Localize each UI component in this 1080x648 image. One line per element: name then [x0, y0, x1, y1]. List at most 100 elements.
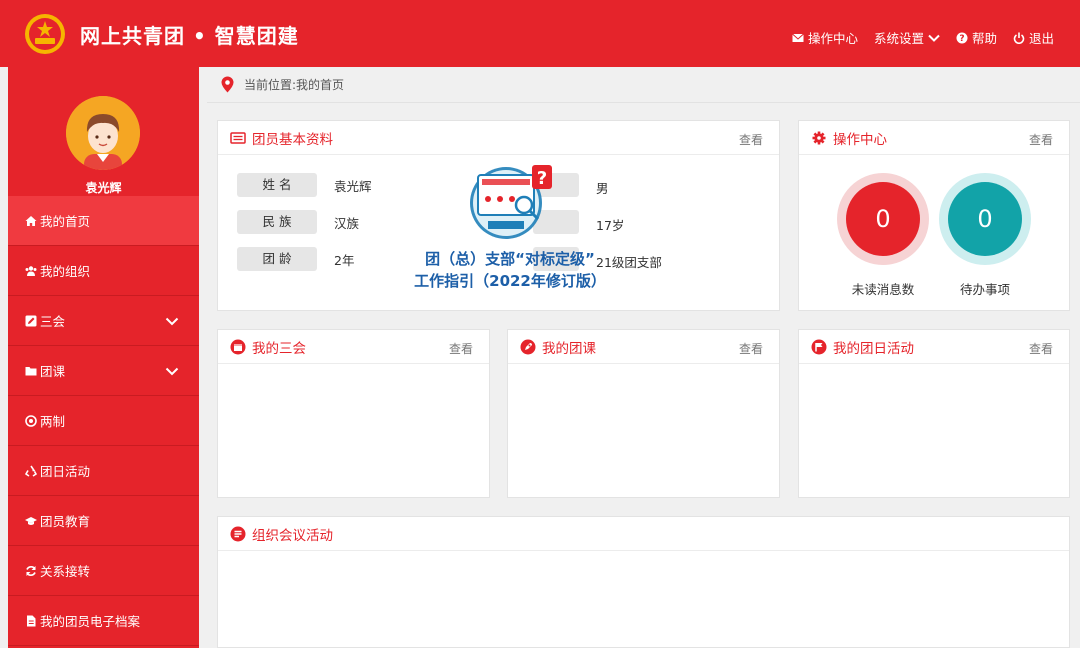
- tuanke-panel-title: 我的团课: [542, 340, 596, 357]
- tuanke-panel-header: 我的团课 查看: [508, 330, 779, 364]
- nav-system-settings-label: 系统设置: [873, 31, 924, 46]
- file-icon: [24, 614, 38, 628]
- breadcrumb: 当前位置:我的首页: [207, 67, 1080, 103]
- info-row-name: 姓 名 袁光辉: [237, 173, 372, 197]
- sidebar-item-education-label: 团员教育: [40, 514, 91, 529]
- id-card-icon: [230, 130, 246, 146]
- member-profile-panel-header: 团员基本资料 查看: [218, 121, 779, 155]
- rocket-icon: [520, 339, 536, 355]
- meeting-panel: 组织会议活动: [217, 516, 1070, 648]
- guide-overlay-line2: 工作指引（2022年修订版）: [414, 272, 606, 290]
- operation-center-panel-title: 操作中心: [833, 131, 887, 148]
- member-profile-view-link[interactable]: 查看: [739, 131, 763, 148]
- info-row-ethnicity: 民 族 汉族: [237, 210, 359, 234]
- sidebar-item-transfer[interactable]: 关系接转: [8, 546, 199, 596]
- avatar[interactable]: [66, 96, 140, 170]
- info-value-league-age: 2年: [334, 252, 355, 268]
- sanhui-panel-title: 我的三会: [252, 340, 306, 357]
- target-icon: [24, 414, 38, 428]
- unread-label: 未读消息数: [851, 282, 915, 297]
- tuanke-view-link[interactable]: 查看: [739, 340, 763, 357]
- power-icon: [1013, 32, 1025, 44]
- unread-circle: 0: [837, 173, 929, 265]
- sidebar-item-archive[interactable]: 我的团员电子档案: [8, 596, 199, 646]
- sidebar-item-tuanri[interactable]: 团日活动: [8, 446, 199, 496]
- guide-badge-icon[interactable]: ?: [468, 163, 558, 245]
- sidebar-item-liangzhi[interactable]: 两制: [8, 396, 199, 446]
- sidebar-item-education[interactable]: 团员教育: [8, 496, 199, 546]
- sanhui-view-link[interactable]: 查看: [449, 340, 473, 357]
- todo-items-widget[interactable]: 0 待办事项: [939, 173, 1031, 298]
- graduation-cap-icon: [24, 514, 38, 528]
- top-header: 网上共青团 • 智慧团建 操作中心 系统设置 ? 帮助 退出: [0, 0, 1080, 67]
- todo-count: 0: [948, 182, 1022, 256]
- chevron-down-icon: [165, 367, 179, 376]
- sidebar-item-sanhui[interactable]: 三会: [8, 296, 199, 346]
- operation-center-panel-header: 操作中心 查看: [799, 121, 1069, 155]
- refresh-icon: [24, 564, 38, 578]
- recycle-icon: [24, 464, 38, 478]
- sidebar-item-organization[interactable]: 我的组织: [8, 246, 199, 296]
- youth-league-emblem-icon: [25, 14, 65, 54]
- sidebar-item-home[interactable]: 我的首页: [8, 196, 199, 246]
- tuanke-panel: 我的团课 查看: [507, 329, 780, 498]
- meeting-panel-title: 组织会议活动: [252, 527, 333, 544]
- nav-logout-label: 退出: [1028, 31, 1054, 46]
- sidebar-item-archive-label: 我的团员电子档案: [40, 614, 141, 629]
- chevron-down-icon: [928, 34, 940, 42]
- info-row-league-age: 团 龄 2年: [237, 247, 354, 271]
- operation-center-panel: 操作中心 查看 0 未读消息数 0 待办事项: [798, 120, 1070, 311]
- info-label-ethnicity: 民 族: [237, 210, 317, 234]
- folder-icon: [24, 364, 38, 378]
- guide-overlay-text[interactable]: 团（总）支部“对标定级” 工作指引（2022年修订版）: [400, 248, 620, 292]
- chevron-down-icon: [165, 317, 179, 326]
- sidebar-item-organization-label: 我的组织: [40, 264, 91, 279]
- nav-help[interactable]: ? 帮助: [956, 28, 997, 47]
- unread-messages-widget[interactable]: 0 未读消息数: [837, 173, 929, 298]
- info-label-name: 姓 名: [237, 173, 317, 197]
- tuanri-panel: 我的团日活动 查看: [798, 329, 1070, 498]
- sidebar-profile: 袁光辉: [8, 67, 199, 196]
- sanhui-panel-header: 我的三会 查看: [218, 330, 489, 364]
- info-label-league-age: 团 龄: [237, 247, 317, 271]
- list-icon: [230, 526, 246, 542]
- svg-text:?: ?: [537, 168, 547, 189]
- envelope-icon: [792, 33, 804, 42]
- gear-icon: [811, 130, 827, 146]
- info-value-gender: 男: [596, 181, 609, 196]
- edit-icon: [24, 314, 38, 328]
- flag-icon: [811, 339, 827, 355]
- meeting-panel-header: 组织会议活动: [218, 517, 1069, 551]
- home-icon: [24, 214, 38, 228]
- sidebar-item-sanhui-label: 三会: [40, 314, 66, 329]
- todo-circle: 0: [939, 173, 1031, 265]
- sidebar-item-home-label: 我的首页: [40, 214, 91, 229]
- nav-help-label: 帮助: [971, 31, 997, 46]
- app-title: 网上共青团 • 智慧团建: [80, 24, 299, 48]
- sidebar-item-transfer-label: 关系接转: [40, 564, 91, 579]
- tuanri-panel-header: 我的团日活动 查看: [799, 330, 1069, 364]
- nav-operation-center-label: 操作中心: [807, 31, 858, 46]
- calendar-icon: [230, 339, 246, 355]
- nav-logout[interactable]: 退出: [1013, 28, 1054, 47]
- guide-overlay-line1: 团（总）支部“对标定级”: [425, 250, 595, 268]
- help-icon: ?: [956, 32, 968, 44]
- tuanri-panel-title: 我的团日活动: [833, 340, 914, 357]
- sanhui-panel: 我的三会 查看: [217, 329, 490, 498]
- users-icon: [24, 264, 38, 278]
- user-name: 袁光辉: [85, 181, 122, 195]
- sidebar-item-tuanke[interactable]: 团课: [8, 346, 199, 396]
- svg-text:?: ?: [959, 34, 964, 44]
- nav-operation-center[interactable]: 操作中心: [792, 28, 858, 47]
- sidebar-item-tuanke-label: 团课: [40, 364, 66, 379]
- breadcrumb-text: 当前位置:我的首页: [244, 78, 345, 92]
- top-nav: 操作中心 系统设置 ? 帮助 退出: [792, 28, 1054, 47]
- member-profile-panel-title: 团员基本资料: [252, 131, 333, 148]
- avatar-illustration-icon: [66, 96, 140, 170]
- sidebar-item-tuanri-label: 团日活动: [40, 464, 91, 479]
- tuanri-view-link[interactable]: 查看: [1029, 340, 1053, 357]
- unread-count: 0: [846, 182, 920, 256]
- nav-system-settings[interactable]: 系统设置: [874, 28, 940, 47]
- operation-center-view-link[interactable]: 查看: [1029, 131, 1053, 148]
- sidebar-item-liangzhi-label: 两制: [40, 414, 66, 429]
